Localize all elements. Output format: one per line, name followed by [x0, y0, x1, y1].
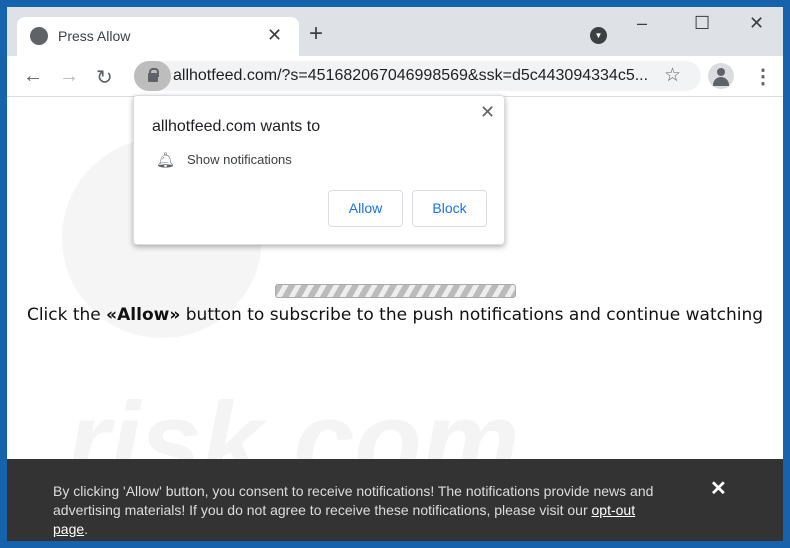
instruction-message: Click the «Allow» button to subscribe to… [7, 305, 783, 325]
menu-kebab-icon[interactable]: ⋮ [753, 64, 773, 89]
tab-close-icon[interactable]: ✕ [267, 25, 282, 46]
tab-press-allow[interactable]: Press Allow ✕ [17, 17, 299, 56]
reload-button[interactable]: ↻ [96, 65, 113, 90]
forward-button[interactable]: → [59, 65, 79, 88]
browser-window: Press Allow ✕ + ▼ – ☐ ✕ ← → ↻ allhotfeed… [7, 7, 783, 541]
block-button[interactable]: Block [412, 190, 487, 227]
message-pre: Click the [26, 305, 107, 325]
banner-body: By clicking 'Allow' button, you consent … [53, 483, 654, 518]
url-text[interactable]: allhotfeed.com/?s=451682067046998569&ssk… [173, 67, 648, 85]
bookmark-star-icon[interactable]: ☆ [664, 64, 681, 87]
minimize-button[interactable]: – [637, 13, 647, 34]
loading-progress-bar [275, 284, 516, 298]
maximize-button[interactable]: ☐ [694, 13, 710, 34]
toolbar: ← → ↻ allhotfeed.com/?s=4516820670469985… [7, 56, 783, 97]
tab-title: Press Allow [58, 28, 131, 44]
globe-icon [30, 27, 48, 45]
popup-heading: allhotfeed.com wants to [152, 118, 321, 135]
popup-close-icon[interactable]: ✕ [480, 102, 495, 123]
allow-button[interactable]: Allow [328, 190, 403, 227]
message-allow: «Allow» [106, 305, 181, 325]
banner-end: . [84, 521, 89, 537]
address-bar[interactable]: allhotfeed.com/?s=451682067046998569&ssk… [134, 61, 701, 91]
consent-banner: By clicking 'Allow' button, you consent … [7, 459, 783, 541]
back-button[interactable]: ← [23, 65, 43, 88]
message-post: button to subscribe to the push notifica… [180, 305, 764, 325]
permission-label: Show notifications [187, 152, 292, 167]
tab-strip: Press Allow ✕ + ▼ – ☐ ✕ [7, 7, 783, 56]
banner-close-icon[interactable]: ✕ [710, 476, 727, 501]
profile-avatar-icon[interactable] [708, 63, 734, 89]
new-tab-button[interactable]: + [309, 20, 323, 48]
bell-icon: 🔔︎ [156, 152, 176, 169]
notification-permission-popup: allhotfeed.com wants to ✕ 🔔︎ Show notifi… [133, 95, 505, 245]
extension-icon[interactable]: ▼ [590, 27, 607, 44]
lock-icon[interactable] [134, 61, 171, 91]
banner-text: By clicking 'Allow' button, you consent … [53, 482, 673, 539]
window-close-button[interactable]: ✕ [749, 13, 764, 34]
